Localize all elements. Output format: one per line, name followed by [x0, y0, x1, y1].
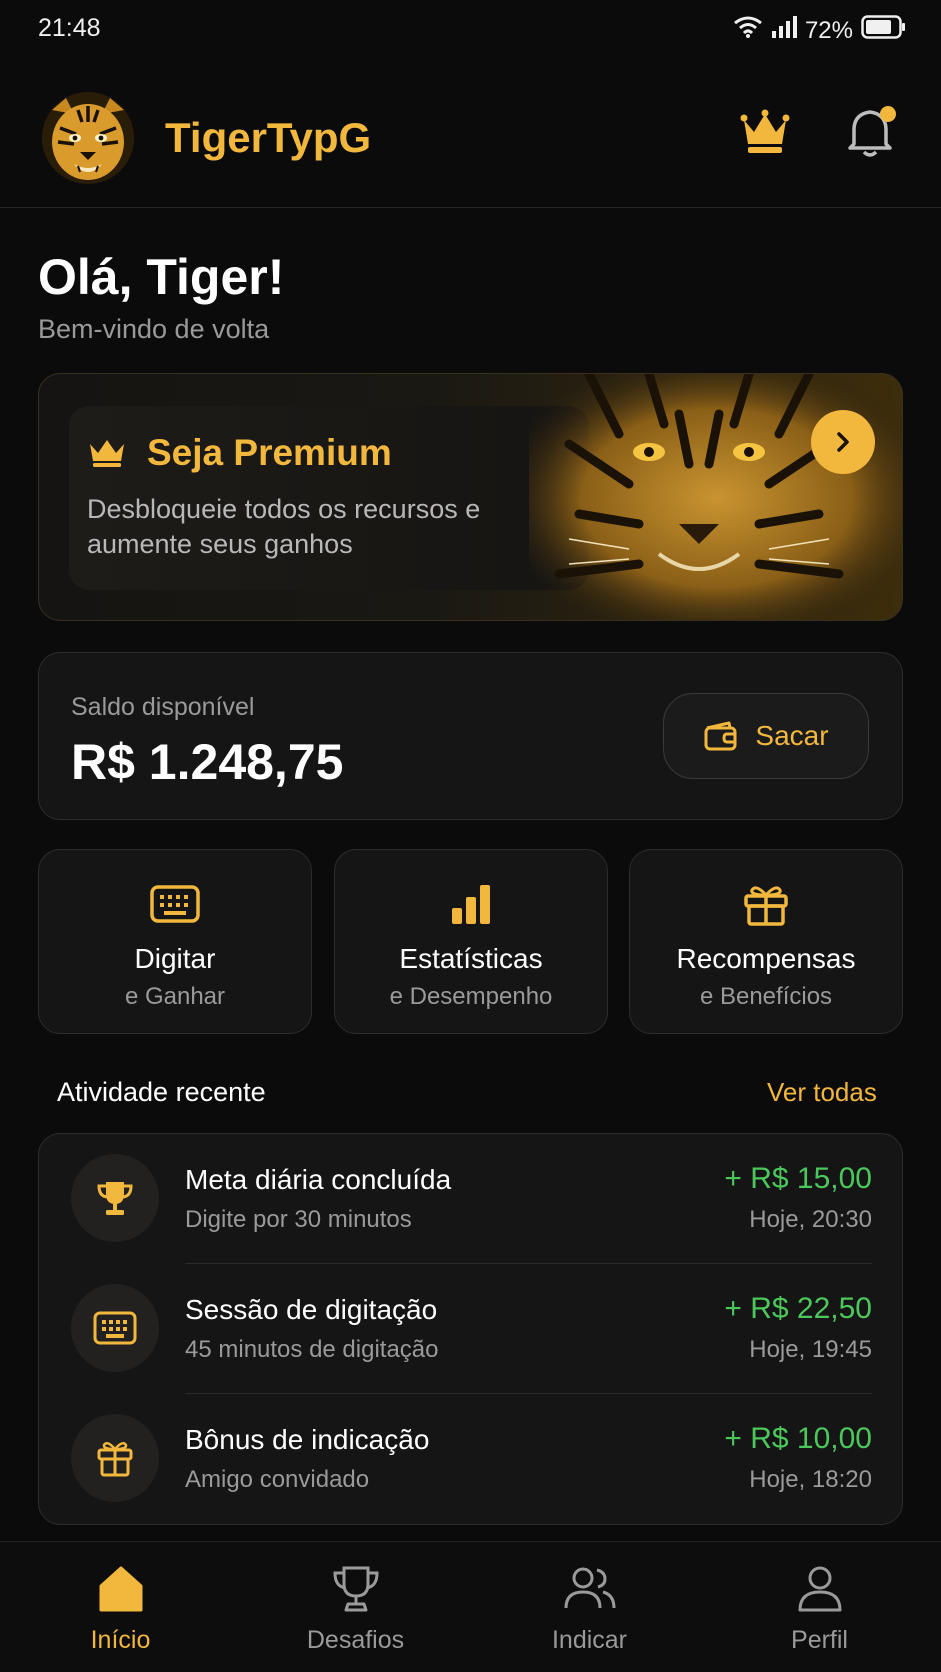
greeting-title: Olá, Tiger! — [38, 249, 285, 305]
gift-icon — [740, 882, 792, 926]
home-icon — [99, 1566, 142, 1612]
activity-list: Meta diária concluída Digite por 30 minu… — [38, 1133, 903, 1525]
bottom-nav: Início Desafios Indicar Perfil — [0, 1541, 941, 1672]
view-all-link[interactable]: Ver todas — [767, 1077, 877, 1108]
activity-item[interactable]: Meta diária concluída Digite por 30 minu… — [39, 1134, 904, 1264]
crown-icon — [740, 109, 790, 153]
balance-value: R$ 1.248,75 — [71, 734, 344, 790]
signal-icon — [771, 15, 797, 46]
crown-icon — [87, 436, 127, 468]
bell-icon — [848, 106, 896, 157]
nav-home[interactable]: Início — [3, 1542, 238, 1672]
activity-item[interactable]: Bônus de indicação Amigo convidado + R$ … — [39, 1394, 904, 1524]
activity-title: Sessão de digitação — [185, 1294, 438, 1325]
activity-time: Hoje, 19:45 — [749, 1336, 872, 1363]
feature-title: Estatísticas — [399, 943, 543, 974]
gift-icon — [71, 1414, 159, 1502]
premium-arrow-button[interactable] — [811, 410, 875, 474]
activity-subtitle: Digite por 30 minutos — [185, 1206, 412, 1233]
activity-section-title: Atividade recente — [57, 1077, 266, 1107]
status-indicators: 72% — [733, 14, 907, 47]
status-bar: 21:48 72% — [0, 0, 941, 62]
premium-description: Desbloqueie todos os recursos e aumente … — [87, 494, 481, 559]
activity-subtitle: Amigo convidado — [185, 1466, 370, 1493]
feature-rewards[interactable]: Recompensas e Benefícios — [629, 849, 903, 1034]
feature-subtitle: e Desempenho — [389, 983, 553, 1010]
tiger-logo-icon — [38, 88, 138, 188]
nav-challenges[interactable]: Desafios — [238, 1542, 473, 1672]
notifications-button[interactable] — [844, 104, 898, 160]
withdraw-button[interactable]: Sacar — [663, 693, 869, 779]
activity-time: Hoje, 20:30 — [749, 1206, 872, 1233]
app-header: TigerTypG — [0, 62, 941, 208]
nav-label: Início — [90, 1626, 151, 1654]
premium-title: Seja Premium — [147, 432, 392, 473]
activity-amount: + R$ 22,50 — [724, 1292, 872, 1325]
trophy-icon — [71, 1154, 159, 1242]
feature-type-earn[interactable]: Digitar e Ganhar — [38, 849, 312, 1034]
feature-subtitle: e Ganhar — [124, 983, 226, 1010]
activity-amount: + R$ 10,00 — [724, 1422, 872, 1455]
activity-title: Bônus de indicação — [185, 1424, 430, 1455]
chevron-right-icon — [837, 432, 849, 452]
nav-profile[interactable]: Perfil — [702, 1542, 937, 1672]
wifi-icon — [733, 15, 763, 46]
premium-banner[interactable]: Seja Premium Desbloqueie todos os recurs… — [38, 373, 903, 621]
balance-label: Saldo disponível — [71, 693, 255, 721]
withdraw-label: Sacar — [755, 720, 829, 751]
nav-label: Desafios — [306, 1626, 405, 1654]
user-icon — [798, 1566, 841, 1612]
keyboard-icon — [149, 882, 201, 926]
status-time: 21:48 — [38, 14, 101, 42]
feature-statistics[interactable]: Estatísticas e Desempenho — [334, 849, 608, 1034]
activity-item[interactable]: Sessão de digitação 45 minutos de digita… — [39, 1264, 904, 1394]
nav-refer[interactable]: Indicar — [472, 1542, 707, 1672]
feature-subtitle: e Benefícios — [699, 983, 833, 1010]
brand-name: TigerTypG — [165, 114, 372, 161]
nav-label: Indicar — [551, 1626, 628, 1654]
keyboard-icon — [71, 1284, 159, 1372]
activity-time: Hoje, 18:20 — [749, 1466, 872, 1493]
premium-crown-button[interactable] — [738, 108, 792, 156]
battery-percent: 72% — [804, 16, 853, 44]
balance-card: Saldo disponível R$ 1.248,75 Sacar — [38, 652, 903, 820]
activity-title: Meta diária concluída — [185, 1164, 452, 1195]
feature-title: Recompensas — [676, 943, 856, 974]
bar-chart-icon — [445, 882, 497, 926]
activity-subtitle: 45 minutos de digitação — [185, 1336, 439, 1363]
trophy-icon — [332, 1566, 379, 1612]
feature-title: Digitar — [134, 943, 216, 974]
wallet-icon — [704, 721, 737, 751]
battery-icon — [861, 14, 907, 47]
activity-amount: + R$ 15,00 — [724, 1162, 872, 1195]
greeting-subtitle: Bem-vindo de volta — [38, 314, 270, 344]
users-icon — [564, 1567, 615, 1609]
nav-label: Perfil — [791, 1626, 848, 1654]
